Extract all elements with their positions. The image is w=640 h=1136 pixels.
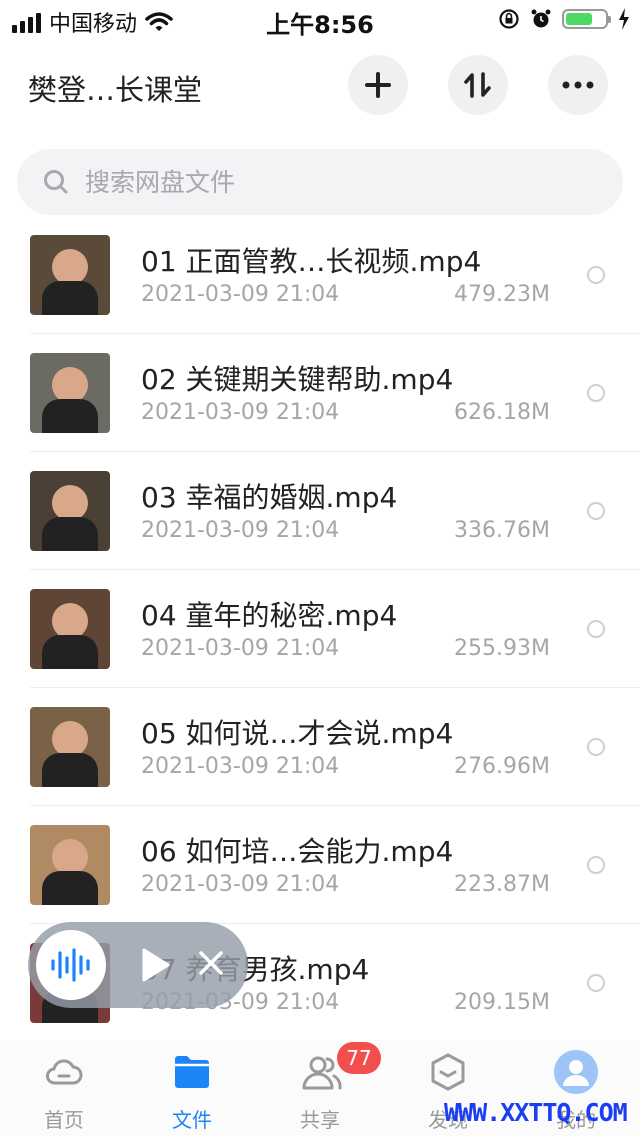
folder-icon xyxy=(175,1056,209,1088)
file-name: 03 幸福的婚姻.mp4 xyxy=(141,481,398,514)
file-row[interactable]: 02 关键期关键帮助.mp4 2021-03-09 21:04 626.18M xyxy=(0,334,640,452)
select-radio[interactable] xyxy=(587,502,605,520)
video-thumbnail xyxy=(30,707,110,787)
rotation-lock-icon xyxy=(499,9,519,29)
tab-home-label: 首页 xyxy=(44,1108,84,1132)
select-radio[interactable] xyxy=(587,266,605,284)
file-row[interactable]: 01 正面管教…长视频.mp4 2021-03-09 21:04 479.23M xyxy=(0,216,640,334)
file-date: 2021-03-09 21:04 xyxy=(141,282,340,307)
file-size: 223.87M xyxy=(454,872,550,897)
status-right xyxy=(498,8,630,30)
search-input[interactable] xyxy=(83,166,567,198)
tab-home[interactable]: 首页 xyxy=(0,1040,128,1136)
status-bar: 中国移动 上午8:56 xyxy=(0,0,640,40)
file-size: 626.18M xyxy=(454,400,550,425)
tab-files-label: 文件 xyxy=(172,1108,212,1132)
file-row[interactable]: 04 童年的秘密.mp4 2021-03-09 21:04 255.93M xyxy=(0,570,640,688)
file-date: 2021-03-09 21:04 xyxy=(141,872,340,897)
tab-files[interactable]: 文件 xyxy=(128,1040,256,1136)
file-name: 04 童年的秘密.mp4 xyxy=(141,599,398,632)
select-radio[interactable] xyxy=(587,620,605,638)
more-dots-icon xyxy=(562,81,594,89)
file-size: 209.15M xyxy=(454,990,550,1015)
file-name: 02 关键期关键帮助.mp4 xyxy=(141,363,454,396)
charging-bolt-icon xyxy=(619,8,629,30)
search-icon xyxy=(44,170,68,194)
video-thumbnail xyxy=(30,235,110,315)
audio-wave-button[interactable] xyxy=(36,930,106,1000)
file-size: 336.76M xyxy=(454,518,550,543)
alarm-icon xyxy=(531,9,551,28)
header: 樊登…长课堂 xyxy=(0,55,640,115)
share-badge: 77 xyxy=(337,1042,381,1074)
tab-share-label: 共享 xyxy=(300,1108,340,1132)
video-thumbnail xyxy=(30,353,110,433)
file-row[interactable]: 05 如何说…才会说.mp4 2021-03-09 21:04 276.96M xyxy=(0,688,640,806)
audio-wave-icon xyxy=(51,948,90,982)
select-radio[interactable] xyxy=(587,738,605,756)
video-thumbnail xyxy=(30,471,110,551)
file-name: 01 正面管教…长视频.mp4 xyxy=(141,245,482,278)
file-size: 479.23M xyxy=(454,282,550,307)
file-size: 255.93M xyxy=(454,636,550,661)
file-row[interactable]: 03 幸福的婚姻.mp4 2021-03-09 21:04 336.76M xyxy=(0,452,640,570)
plus-icon xyxy=(365,72,391,98)
folder-title: 樊登…长课堂 xyxy=(28,73,203,107)
select-radio[interactable] xyxy=(587,384,605,402)
more-options-button[interactable] xyxy=(548,55,608,115)
floating-player[interactable] xyxy=(28,922,248,1008)
file-date: 2021-03-09 21:04 xyxy=(141,636,340,661)
file-date: 2021-03-09 21:04 xyxy=(141,400,340,425)
file-row[interactable]: 06 如何培…会能力.mp4 2021-03-09 21:04 223.87M xyxy=(0,806,640,924)
cube-icon xyxy=(431,1053,465,1091)
select-radio[interactable] xyxy=(587,974,605,992)
battery-icon xyxy=(562,9,611,29)
add-button[interactable] xyxy=(348,55,408,115)
play-icon[interactable] xyxy=(140,947,172,983)
avatar-icon xyxy=(554,1050,598,1094)
close-icon[interactable] xyxy=(196,948,226,978)
video-thumbnail xyxy=(30,589,110,669)
file-name: 05 如何说…才会说.mp4 xyxy=(141,717,454,750)
search-bar[interactable] xyxy=(17,149,623,215)
sort-button[interactable] xyxy=(448,55,508,115)
video-thumbnail xyxy=(30,825,110,905)
sort-arrows-icon xyxy=(464,72,491,98)
file-name: 06 如何培…会能力.mp4 xyxy=(141,835,454,868)
cloud-icon xyxy=(46,1059,83,1085)
file-list: 01 正面管教…长视频.mp4 2021-03-09 21:04 479.23M 02… xyxy=(0,216,640,1042)
file-date: 2021-03-09 21:04 xyxy=(141,518,340,543)
file-size: 276.96M xyxy=(454,754,550,779)
watermark-text: WWW.XXTTQ.COM xyxy=(444,1098,628,1127)
select-radio[interactable] xyxy=(587,856,605,874)
file-date: 2021-03-09 21:04 xyxy=(141,754,340,779)
